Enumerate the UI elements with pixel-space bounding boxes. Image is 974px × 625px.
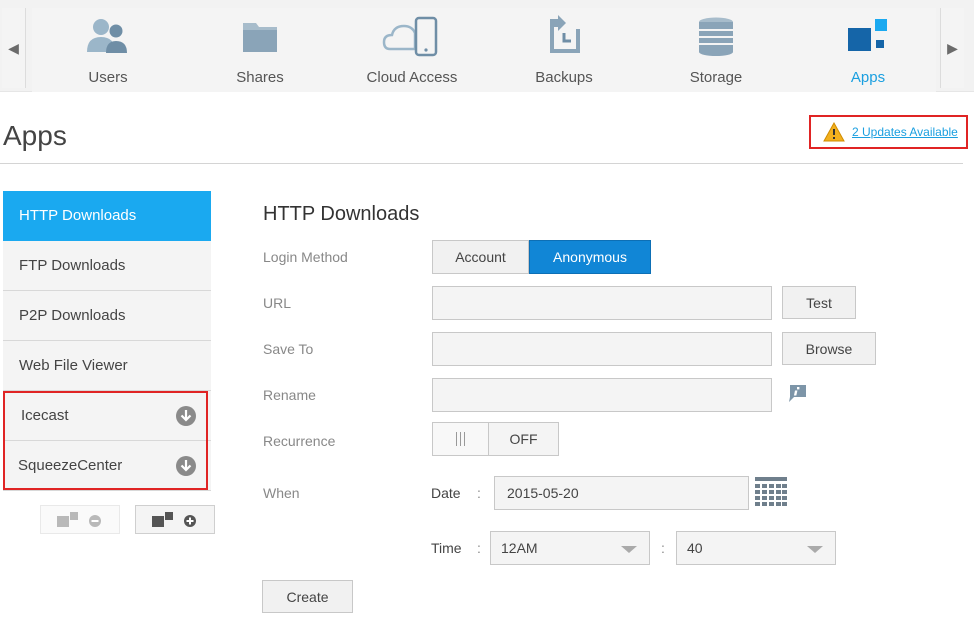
nav-label-apps: Apps [850,69,886,86]
sidebar-item-ftp-downloads[interactable]: FTP Downloads [3,241,211,291]
add-app-icon [152,511,196,527]
when-label: When [263,485,300,501]
nav-label-storage: Storage [689,69,743,86]
date-colon: : [477,485,481,501]
nav-right-arrow[interactable]: ▶ [940,8,964,88]
create-button[interactable]: Create [262,580,353,613]
add-app-button[interactable] [135,505,215,534]
nav-item-backups[interactable]: Backups [488,8,640,92]
login-method-label: Login Method [263,249,348,265]
time-hour-select[interactable]: 12AM [490,531,650,565]
sidebar-item-label: Web File Viewer [19,357,128,374]
recurrence-state: OFF [509,431,538,447]
sidebar-item-label: HTTP Downloads [19,207,137,224]
time-minute-select[interactable]: 40 [676,531,836,565]
updates-available-box[interactable]: 2 Updates Available [809,115,968,149]
title-divider [0,163,963,164]
sidebar-item-label: FTP Downloads [19,257,126,274]
nav-label-users: Users [88,69,128,86]
sidebar-item-p2p-downloads[interactable]: P2P Downloads [3,291,211,341]
cloud-phone-icon [382,14,442,58]
login-account-option[interactable]: Account [432,240,529,274]
folder-icon [230,14,290,58]
apps-icon [838,14,898,58]
url-label: URL [263,295,292,311]
login-anonymous-option[interactable]: Anonymous [529,240,651,274]
test-button[interactable]: Test [782,286,856,319]
nav-item-users[interactable]: Users [32,8,184,92]
remove-app-button[interactable] [40,505,120,534]
time-colon-1: : [477,540,481,556]
highlight-box-installable-apps [3,391,208,490]
login-method-toggle: Account Anonymous [432,240,651,274]
chevron-down-icon [807,546,823,553]
page-title: Apps [3,120,67,151]
top-navigation: ◀ Users Shares Cloud Access Backups Stor… [0,0,974,92]
toggle-knob [433,423,489,455]
sidebar-item-label: P2P Downloads [19,307,126,324]
chevron-right-icon: ▶ [947,39,958,56]
info-icon[interactable] [786,383,808,403]
form-title: HTTP Downloads [263,203,420,225]
chevron-left-icon: ◀ [8,39,19,56]
warning-icon [823,122,845,142]
chevron-down-icon [621,546,637,553]
nav-label-cloud-access: Cloud Access [366,69,458,86]
date-input[interactable]: 2015-05-20 [494,476,749,510]
calendar-icon[interactable] [755,477,787,508]
sidebar-item-web-file-viewer[interactable]: Web File Viewer [3,341,211,391]
rename-input[interactable] [432,378,772,412]
save-to-label: Save To [263,341,314,357]
backup-icon [534,14,594,58]
nav-item-cloud-access[interactable]: Cloud Access [336,8,488,92]
nav-label-backups: Backups [535,69,593,86]
time-colon-2: : [661,540,665,556]
save-to-input[interactable] [432,332,772,366]
recurrence-label: Recurrence [263,433,336,449]
browse-button[interactable]: Browse [782,332,876,365]
nav-left-arrow[interactable]: ◀ [2,8,26,88]
users-icon [78,14,138,58]
date-label: Date [431,485,461,501]
updates-available-link[interactable]: 2 Updates Available [852,125,958,139]
time-hour-value: 12AM [501,540,538,556]
storage-icon [686,14,746,58]
nav-label-shares: Shares [236,69,284,86]
remove-app-icon [57,511,101,527]
rename-label: Rename [263,387,316,403]
recurrence-toggle[interactable]: OFF [432,422,559,456]
nav-items: Users Shares Cloud Access Backups Storag… [32,8,936,92]
nav-item-shares[interactable]: Shares [184,8,336,92]
time-label: Time [431,540,462,556]
time-minute-value: 40 [687,540,703,556]
nav-item-storage[interactable]: Storage [640,8,792,92]
nav-item-apps[interactable]: Apps [792,8,944,92]
sidebar-item-http-downloads[interactable]: HTTP Downloads [3,191,211,241]
url-input[interactable] [432,286,772,320]
